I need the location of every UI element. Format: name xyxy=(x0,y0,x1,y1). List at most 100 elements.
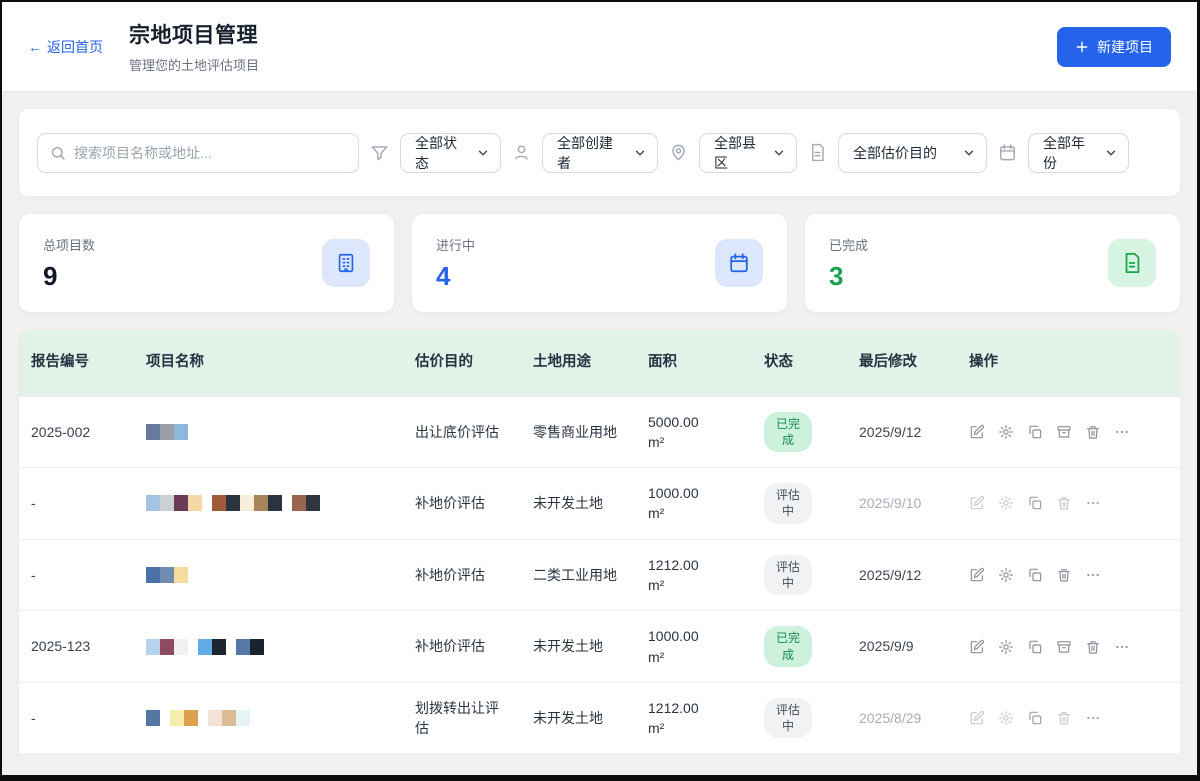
col-land-use: 土地用途 xyxy=(521,330,636,396)
settings-icon[interactable] xyxy=(998,567,1014,583)
purpose-cell: 出让底价评估 xyxy=(403,396,521,468)
calendar-icon xyxy=(998,143,1017,162)
trash-icon[interactable] xyxy=(1056,710,1072,726)
more-icon[interactable] xyxy=(1114,424,1130,440)
copy-icon[interactable] xyxy=(1027,424,1043,440)
status-badge: 评估中 xyxy=(764,483,812,523)
copy-icon[interactable] xyxy=(1027,710,1043,726)
color-block xyxy=(160,567,174,583)
color-block xyxy=(146,495,160,511)
year-filter-select[interactable]: 全部年份 xyxy=(1028,133,1129,173)
table-row: - 补地价评估 二类工业用地 1212.00m² 评估中 2025/9/12 xyxy=(19,539,1180,611)
row-actions xyxy=(969,710,1168,726)
color-block xyxy=(146,424,160,440)
color-block xyxy=(254,495,268,511)
project-name-redacted xyxy=(146,424,391,440)
area-unit: m² xyxy=(648,647,740,667)
status-badge: 已完成 xyxy=(764,412,812,452)
creator-filter-select[interactable]: 全部创建者 xyxy=(542,133,658,173)
chevron-down-icon xyxy=(1104,146,1118,160)
status-filter-select[interactable]: 全部状态 xyxy=(400,133,501,173)
color-block xyxy=(160,495,174,511)
report-no: - xyxy=(19,682,134,753)
trash-icon[interactable] xyxy=(1056,567,1072,583)
color-block xyxy=(222,710,236,726)
chevron-down-icon xyxy=(633,146,647,160)
area-unit: m² xyxy=(648,432,740,452)
page-header: ← 返回首页 宗地项目管理 管理您的土地评估项目 新建项目 xyxy=(2,2,1197,92)
color-block xyxy=(212,495,226,511)
back-link-label: 返回首页 xyxy=(47,37,103,57)
settings-icon[interactable] xyxy=(998,495,1014,511)
search-box xyxy=(37,133,359,173)
edit-icon[interactable] xyxy=(969,639,985,655)
copy-icon[interactable] xyxy=(1027,639,1043,655)
land-use-cell: 二类工业用地 xyxy=(521,539,636,611)
trash-icon[interactable] xyxy=(1085,639,1101,655)
color-block xyxy=(240,495,254,511)
edit-icon[interactable] xyxy=(969,567,985,583)
color-block xyxy=(146,710,160,726)
document-icon xyxy=(808,143,827,162)
title-block: 宗地项目管理 管理您的土地评估项目 xyxy=(129,19,259,74)
color-block xyxy=(226,639,236,655)
edit-icon[interactable] xyxy=(969,710,985,726)
settings-icon[interactable] xyxy=(998,639,1014,655)
purpose-cell: 补地价评估 xyxy=(403,611,521,683)
chevron-down-icon xyxy=(772,146,786,160)
back-arrow-icon: ← xyxy=(28,39,42,55)
table-header-row: 报告编号 项目名称 估价目的 土地用途 面积 状态 最后修改 操作 xyxy=(19,330,1180,396)
district-filter-select[interactable]: 全部县区 xyxy=(699,133,797,173)
edit-icon[interactable] xyxy=(969,495,985,511)
color-block xyxy=(208,710,222,726)
area-value: 1000.00 xyxy=(648,485,699,501)
color-block xyxy=(160,639,174,655)
project-name-redacted xyxy=(146,495,391,511)
area-value: 1212.00 xyxy=(648,700,699,716)
year-filter-value: 全部年份 xyxy=(1043,133,1096,173)
row-actions xyxy=(969,567,1168,583)
settings-icon[interactable] xyxy=(998,424,1014,440)
copy-icon[interactable] xyxy=(1027,567,1043,583)
stat-completed-label: 已完成 xyxy=(829,235,868,254)
color-block xyxy=(146,567,160,583)
col-modified: 最后修改 xyxy=(847,330,957,396)
purpose-filter-value: 全部估价目的 xyxy=(853,143,937,163)
search-input[interactable] xyxy=(74,145,346,161)
col-report-no: 报告编号 xyxy=(19,330,134,396)
color-block xyxy=(268,495,282,511)
trash-icon[interactable] xyxy=(1085,424,1101,440)
file-text-icon xyxy=(1108,239,1156,287)
report-no: 2025-002 xyxy=(19,396,134,468)
color-block xyxy=(250,639,264,655)
settings-icon[interactable] xyxy=(998,710,1014,726)
color-block xyxy=(160,710,170,726)
more-icon[interactable] xyxy=(1085,567,1101,583)
more-icon[interactable] xyxy=(1085,495,1101,511)
purpose-filter-select[interactable]: 全部估价目的 xyxy=(838,133,987,173)
archive-icon[interactable] xyxy=(1056,424,1072,440)
new-project-button[interactable]: 新建项目 xyxy=(1057,27,1171,67)
new-project-label: 新建项目 xyxy=(1097,37,1153,57)
table-row: 2025-123 补地价评估 未开发土地 1000.00m² 已完成 2025/… xyxy=(19,611,1180,683)
chevron-down-icon xyxy=(476,146,490,160)
archive-icon[interactable] xyxy=(1056,639,1072,655)
table-row: - 划拨转出让评估 未开发土地 1212.00m² 评估中 2025/8/29 xyxy=(19,682,1180,753)
land-use-cell: 未开发土地 xyxy=(521,468,636,540)
color-block xyxy=(198,710,208,726)
district-filter-value: 全部县区 xyxy=(714,133,764,173)
color-block xyxy=(170,710,184,726)
report-no: - xyxy=(19,468,134,540)
more-icon[interactable] xyxy=(1114,639,1130,655)
back-to-home-link[interactable]: ← 返回首页 xyxy=(28,37,103,57)
purpose-cell: 补地价评估 xyxy=(403,539,521,611)
area-value: 1212.00 xyxy=(648,557,699,573)
projects-table: 报告编号 项目名称 估价目的 土地用途 面积 状态 最后修改 操作 2025-0… xyxy=(19,330,1180,753)
trash-icon[interactable] xyxy=(1056,495,1072,511)
copy-icon[interactable] xyxy=(1027,495,1043,511)
edit-icon[interactable] xyxy=(969,424,985,440)
more-icon[interactable] xyxy=(1085,710,1101,726)
stat-total-label: 总项目数 xyxy=(43,235,95,254)
area-unit: m² xyxy=(648,718,740,738)
land-use-cell: 未开发土地 xyxy=(521,611,636,683)
